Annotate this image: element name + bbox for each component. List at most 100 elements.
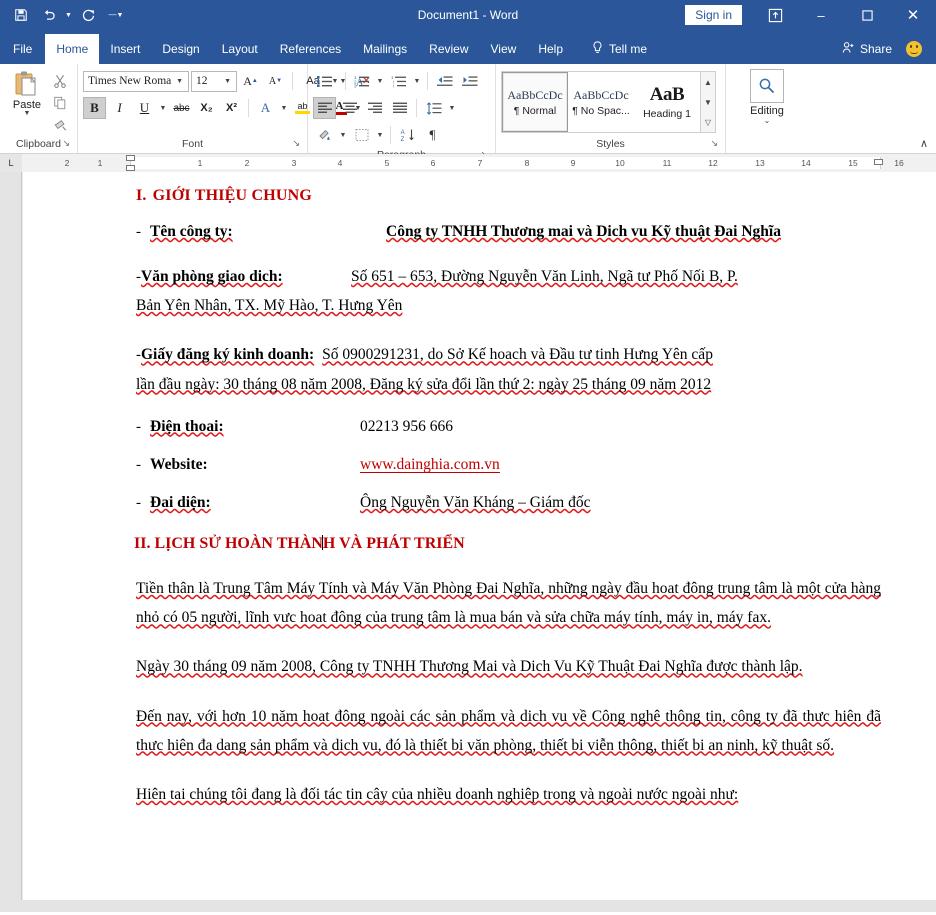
- justify-button[interactable]: [388, 97, 411, 119]
- tab-references[interactable]: References: [269, 34, 352, 64]
- styles-dialog-launcher[interactable]: ↘: [710, 135, 718, 152]
- tab-layout[interactable]: Layout: [211, 34, 269, 64]
- style-heading-1[interactable]: AaB Heading 1: [634, 72, 700, 132]
- borders-icon[interactable]: [350, 124, 373, 146]
- multilevel-chevron-down-icon[interactable]: ▼: [412, 78, 422, 85]
- field-label: Điện thoai:: [150, 417, 224, 435]
- undo-dropdown-arrow-icon[interactable]: ▼: [64, 3, 73, 27]
- multilevel-list-icon[interactable]: 1ii: [387, 70, 410, 92]
- tab-help[interactable]: Help: [527, 34, 574, 64]
- tab-insert[interactable]: Insert: [99, 34, 151, 64]
- close-button[interactable]: ✕: [890, 0, 936, 30]
- tab-file[interactable]: File: [0, 34, 45, 64]
- shrink-font-icon[interactable]: A ▼: [264, 70, 287, 92]
- styles-more-icon[interactable]: ▽: [701, 112, 715, 132]
- feedback-smiley-icon[interactable]: [906, 41, 922, 57]
- ruler-track[interactable]: 2 1 1 2 3 4 5 6 7 8 9 10 11 12 13 14 15 …: [22, 153, 936, 172]
- minimize-button[interactable]: –: [798, 0, 844, 30]
- paragraph-3: Đến nay, với hơn 10 năm hoat đông ngoài …: [136, 707, 881, 754]
- svg-text:A: A: [400, 130, 404, 136]
- bullets-chevron-down-icon[interactable]: ▼: [338, 78, 348, 85]
- show-formatting-marks-icon[interactable]: ¶: [421, 124, 444, 146]
- font-size-chevron-down-icon[interactable]: ▼: [221, 78, 234, 85]
- text-effects-icon[interactable]: A: [254, 97, 277, 119]
- field-giay-dang-ky-kinh-doanh: -Giấy đăng ký kinh doanh: Số 0900291231, …: [136, 340, 881, 398]
- left-indent-marker[interactable]: [126, 164, 135, 171]
- undo-icon[interactable]: [36, 3, 62, 27]
- font-size-combo[interactable]: 12 ▼: [191, 70, 237, 92]
- shading-chevron-down-icon[interactable]: ▼: [338, 132, 348, 139]
- field-website: - Website: www.dainghia.com.vn: [136, 457, 881, 474]
- strikethrough-button[interactable]: abc: [170, 97, 193, 119]
- sign-in-button[interactable]: Sign in: [685, 5, 742, 25]
- decrease-indent-icon[interactable]: [433, 70, 456, 92]
- customize-qat-icon[interactable]: ― ▼: [103, 3, 129, 27]
- editing-chevron-down-icon[interactable]: ⌄: [764, 117, 771, 125]
- font-name-combo[interactable]: Times New Roma ▼: [83, 70, 189, 92]
- style-normal[interactable]: AaBbCcDc ¶ Normal: [502, 72, 568, 132]
- bullets-icon[interactable]: [313, 70, 336, 92]
- style-no-spacing[interactable]: AaBbCcDc ¶ No Spac...: [568, 72, 634, 132]
- subscript-button[interactable]: X₂: [195, 97, 218, 119]
- paste-dropdown-arrow-icon[interactable]: ▼: [24, 110, 31, 117]
- ruler-tick-left-2: 2: [64, 157, 70, 168]
- italic-button[interactable]: I: [108, 97, 131, 119]
- styles-scroll-down-icon[interactable]: ▼: [701, 92, 715, 112]
- align-center-button[interactable]: [338, 97, 361, 119]
- borders-chevron-down-icon[interactable]: ▼: [375, 132, 385, 139]
- text-effects-chevron-down-icon[interactable]: ▼: [279, 105, 289, 112]
- horizontal-ruler[interactable]: L 2 1 1 2 3 4 5 6 7 8 9 10 11 12 13 14 1…: [0, 153, 936, 172]
- styles-scroll-up-icon[interactable]: ▲: [701, 72, 715, 92]
- tell-me-box[interactable]: Tell me: [584, 34, 655, 64]
- page-content[interactable]: I. GIỚI THIỆU CHUNG - Tên công ty: Công t…: [23, 172, 936, 809]
- paste-button[interactable]: Paste ▼: [5, 69, 49, 117]
- numbering-icon[interactable]: 123: [350, 70, 373, 92]
- tab-review[interactable]: Review: [418, 34, 479, 64]
- underline-chevron-down-icon[interactable]: ▼: [158, 105, 168, 112]
- editing-button[interactable]: Editing ⌄: [736, 69, 798, 125]
- line-spacing-icon[interactable]: [422, 97, 445, 119]
- heading-1: I. GIỚI THIỆU CHUNG: [136, 188, 881, 204]
- tab-design[interactable]: Design: [151, 34, 210, 64]
- website-link[interactable]: www.dainghia.com.vn: [360, 457, 500, 474]
- underline-button[interactable]: U: [133, 97, 156, 119]
- ribbon-display-options-icon[interactable]: [752, 0, 798, 30]
- tell-me-label: Tell me: [609, 42, 648, 56]
- ruler-tick-12: 12: [708, 157, 718, 168]
- field-value-line-1: Số 651 – 653, Đường Nguyễn Văn Linh, Ngã…: [351, 268, 738, 285]
- increase-indent-icon[interactable]: [458, 70, 481, 92]
- numbering-chevron-down-icon[interactable]: ▼: [375, 78, 385, 85]
- shading-icon[interactable]: [313, 124, 336, 146]
- first-line-indent-marker[interactable]: [126, 154, 135, 161]
- tab-mailings[interactable]: Mailings: [352, 34, 418, 64]
- share-button[interactable]: Share: [832, 34, 902, 64]
- align-left-button[interactable]: [313, 97, 336, 119]
- field-value-line-2: lần đầu ngày: 30 tháng 08 năm 2008, Đăng…: [136, 375, 712, 393]
- document-page[interactable]: I. GIỚI THIỆU CHUNG - Tên công ty: Công t…: [23, 172, 936, 900]
- superscript-button[interactable]: X²: [220, 97, 243, 119]
- field-value: 02213 956 666: [360, 417, 453, 435]
- save-icon[interactable]: [8, 3, 34, 27]
- bold-button[interactable]: B: [83, 97, 106, 119]
- cut-icon[interactable]: [49, 71, 71, 91]
- clipboard-dialog-launcher[interactable]: ↘: [62, 135, 70, 152]
- ruler-tick-13: 13: [755, 157, 765, 168]
- right-indent-marker[interactable]: [874, 158, 883, 165]
- restore-button[interactable]: [844, 0, 890, 30]
- sort-icon[interactable]: AZ: [396, 124, 419, 146]
- line-spacing-chevron-down-icon[interactable]: ▼: [447, 105, 457, 112]
- styles-group-label: Styles ↘: [501, 136, 720, 153]
- collapse-ribbon-icon[interactable]: ∧: [920, 137, 928, 150]
- document-area[interactable]: I. GIỚI THIỆU CHUNG - Tên công ty: Công t…: [0, 172, 936, 912]
- share-person-icon: [842, 41, 855, 57]
- font-name-chevron-down-icon[interactable]: ▼: [173, 78, 186, 85]
- tab-home[interactable]: Home: [45, 34, 100, 64]
- grow-font-icon[interactable]: A ▲: [239, 70, 262, 92]
- copy-icon[interactable]: [49, 93, 71, 113]
- redo-icon[interactable]: [75, 3, 101, 27]
- align-right-button[interactable]: [363, 97, 386, 119]
- font-dialog-launcher[interactable]: ↘: [292, 135, 300, 152]
- format-painter-icon[interactable]: [49, 115, 71, 135]
- tab-view[interactable]: View: [480, 34, 528, 64]
- tab-stop-icon[interactable]: L: [0, 153, 22, 172]
